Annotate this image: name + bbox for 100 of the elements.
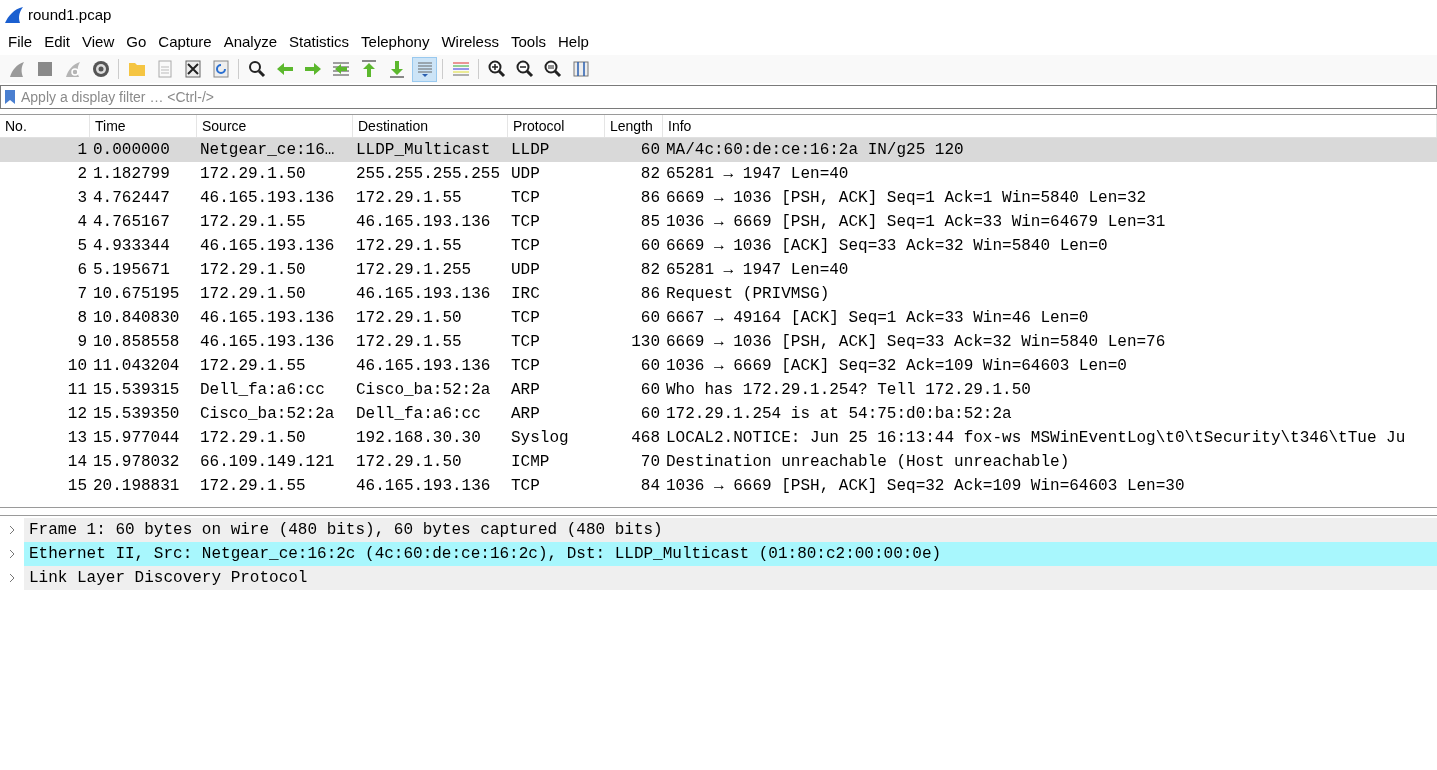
menu-item[interactable]: Tools xyxy=(504,30,552,55)
tree-item[interactable]: Ethernet II, Src: Netgear_ce:16:2c (4c:60:de:ce:16:2c), Dst: LLDP_Multicast (01:80:c2:00:00:0e) xyxy=(24,542,1437,566)
table-cell-text: 172.29.1.55 xyxy=(200,476,306,497)
table-cell-text: 1036 → 6669 [PSH, ACK] Seq=1 Ack=33 Win=64679 Len=31 xyxy=(666,212,1166,233)
table-cell-text: Syslog xyxy=(511,428,569,449)
reload-icon xyxy=(210,59,231,79)
menu-item[interactable]: File xyxy=(2,30,39,55)
filter-field[interactable]: Apply a display filter … <Ctrl-/> xyxy=(0,85,1437,109)
table-cell-text: 172.29.1.55 xyxy=(200,212,306,233)
table-cell-text: 66.109.149.121 xyxy=(200,452,335,473)
tree-item[interactable]: Link Layer Discovery Protocol xyxy=(24,566,1437,590)
menu-item[interactable]: Telephony xyxy=(355,30,436,55)
settings-icon xyxy=(90,59,111,79)
table-cell-text: 6669 → 1036 [PSH, ACK] Seq=33 Ack=32 Win=5840 Len=76 xyxy=(666,332,1166,353)
table-cell-text: 172.29.1.55 xyxy=(356,332,462,353)
tree-item[interactable]: Frame 1: 60 bytes on wire (480 bits), 60 bytes captured (480 bits) xyxy=(24,518,1437,542)
zoom-reset-icon xyxy=(542,59,563,79)
table-cell-text: TCP xyxy=(511,356,540,377)
table-cell-text: 172.29.1.255 xyxy=(356,260,472,281)
table-cell-text: 10.858558 xyxy=(93,332,180,353)
table-cell-text: 46.165.193.136 xyxy=(356,476,491,497)
colored-lines-icon xyxy=(450,59,471,79)
table-cell-text: 70 xyxy=(640,452,660,473)
table-cell-text: 60 xyxy=(640,404,660,425)
close-file-icon xyxy=(182,59,203,79)
table-cell-text: 255.255.255.255 xyxy=(356,164,501,185)
table-cell-text: 1.182799 xyxy=(93,164,170,185)
menu-item[interactable]: Help xyxy=(552,30,595,55)
menu-item[interactable]: Statistics xyxy=(283,30,356,55)
table-cell-text: 60 xyxy=(640,140,660,161)
menu-item[interactable]: Edit xyxy=(38,30,77,55)
table-cell-text: LLDP_Multicast xyxy=(356,140,491,161)
table-cell-text: 15.539315 xyxy=(93,380,180,401)
table-cell-text: 12 xyxy=(67,404,87,425)
bookmark-icon[interactable] xyxy=(4,89,16,105)
table-cell-text: 172.29.1.50 xyxy=(200,284,306,305)
table-cell-text: 14 xyxy=(67,452,87,473)
table-cell-text: 6669 → 1036 [ACK] Seq=33 Ack=32 Win=5840 Len=0 xyxy=(666,236,1108,257)
table-cell-text: 6 xyxy=(77,260,87,281)
column-header[interactable]: Source xyxy=(202,115,247,137)
table-cell-text: LOCAL2.NOTICE: Jun 25 16:13:44 fox-ws MSWinEventLog\t0\tSecurity\t346\tTue Ju xyxy=(666,428,1406,449)
table-cell-text: 172.29.1.50 xyxy=(200,164,306,185)
table-cell-text: 172.29.1.50 xyxy=(200,260,306,281)
table-cell-text: 9 xyxy=(77,332,87,353)
table-cell-text: 60 xyxy=(640,236,660,257)
table-cell-text: 11.043204 xyxy=(93,356,180,377)
table-cell-text: 192.168.30.30 xyxy=(356,428,481,449)
table-cell-text: 5.195671 xyxy=(93,260,170,281)
table-cell-text: 1 xyxy=(77,140,87,161)
table-cell-text: 11 xyxy=(67,380,87,401)
table-cell-text: 15 xyxy=(67,476,87,497)
table-cell-text: 0.000000 xyxy=(93,140,170,161)
table-cell-text: Destination unreachable (Host unreachable) xyxy=(666,452,1070,473)
table-cell-text: 172.29.1.55 xyxy=(200,356,306,377)
go-to-packet-icon xyxy=(330,59,351,79)
table-cell-text: Request (PRIVMSG) xyxy=(666,284,830,305)
table-cell-text: LLDP xyxy=(511,140,550,161)
table-cell-text: 82 xyxy=(640,164,660,185)
menu-item[interactable]: Analyze xyxy=(217,30,284,55)
table-cell-text: 6667 → 49164 [ACK] Seq=1 Ack=33 Win=46 Len=0 xyxy=(666,308,1089,329)
table-cell-text: 46.165.193.136 xyxy=(200,188,335,209)
table-cell-text: 20.198831 xyxy=(93,476,180,497)
table-cell-text: 15.978032 xyxy=(93,452,180,473)
search-icon xyxy=(246,59,267,79)
table-cell-text: 5 xyxy=(77,236,87,257)
column-header[interactable]: Length xyxy=(610,115,653,137)
table-cell-text: ARP xyxy=(511,380,540,401)
table-cell-text: 468 xyxy=(631,428,660,449)
table-cell-text: 10 xyxy=(67,356,87,377)
table-cell-text: 60 xyxy=(640,308,660,329)
column-header[interactable]: No. xyxy=(5,115,27,137)
packet-row[interactable]: 1 0.000000 Netgear_ce:16… LLDP_Multicast LLDP 60 MA/4c:60:de:ce:16:2a IN/g25 120 xyxy=(0,138,1437,162)
menu-item[interactable]: View xyxy=(76,30,121,55)
table-cell-text: ARP xyxy=(511,404,540,425)
column-header[interactable]: Info xyxy=(668,115,692,137)
table-cell-text: IRC xyxy=(511,284,540,305)
menu-item[interactable]: Capture xyxy=(152,30,218,55)
table-cell-text: 46.165.193.136 xyxy=(200,332,335,353)
column-header[interactable]: Destination xyxy=(358,115,429,137)
table-cell-text: 1036 → 6669 [PSH, ACK] Seq=32 Ack=109 Win=64603 Len=30 xyxy=(666,476,1185,497)
column-header[interactable]: Time xyxy=(95,115,126,137)
table-cell-text: 7 xyxy=(77,284,87,305)
column-header[interactable]: Protocol xyxy=(513,115,565,137)
table-cell-text: Dell_fa:a6:cc xyxy=(200,380,325,401)
table-cell-text: UDP xyxy=(511,164,540,185)
table-cell-text: 6669 → 1036 [PSH, ACK] Seq=1 Ack=1 Win=5840 Len=32 xyxy=(666,188,1147,209)
table-cell-text: 46.165.193.136 xyxy=(356,356,491,377)
table-cell-text: TCP xyxy=(511,476,540,497)
resize-columns-icon xyxy=(570,59,591,79)
table-cell-text: 172.29.1.50 xyxy=(356,452,462,473)
window-title: round1.pcap xyxy=(28,4,112,25)
table-cell-text: Cisco_ba:52:2a xyxy=(200,404,335,425)
table-cell-text: 130 xyxy=(631,332,660,353)
table-cell-text: 86 xyxy=(640,188,660,209)
table-cell-text: 65281 → 1947 Len=40 xyxy=(666,260,849,281)
table-cell-text: 172.29.1.50 xyxy=(356,308,462,329)
menu-item[interactable]: Go xyxy=(120,30,153,55)
table-cell-text: 2 xyxy=(77,164,87,185)
table-cell-text: UDP xyxy=(511,260,540,281)
menu-item[interactable]: Wireless xyxy=(435,30,505,55)
